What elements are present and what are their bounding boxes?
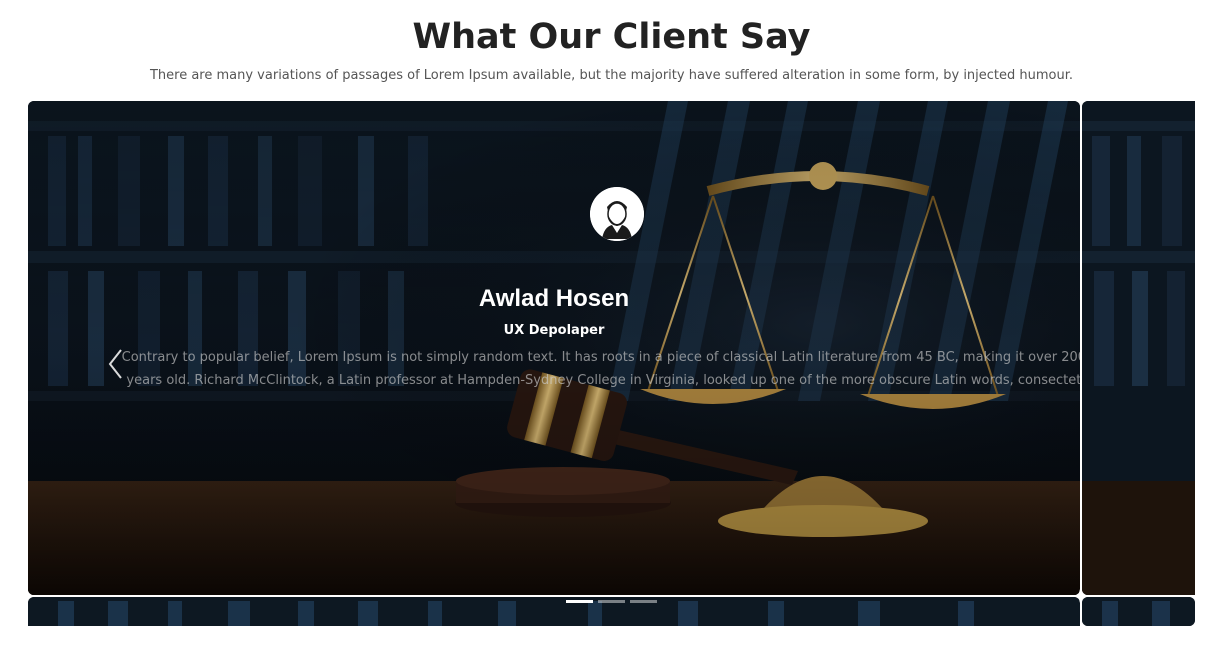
testimonial-slide-next-peek [1082, 101, 1195, 595]
testimonial-section: What Our Client Say There are many varia… [0, 0, 1223, 645]
carousel-prev-button[interactable] [106, 347, 126, 381]
client-name: Awlad Hosen [478, 285, 630, 312]
bearded-man-avatar-icon [590, 187, 644, 241]
carousel-indicator-2[interactable] [598, 600, 625, 603]
section-subtitle: There are many variations of passages of… [149, 68, 1074, 83]
client-quote: Contrary to popular belief, Lorem Ipsum … [121, 350, 1080, 388]
client-avatar [590, 187, 644, 241]
section-title: What Our Client Say [412, 17, 811, 57]
testimonial-slide-corner-peek [1082, 597, 1195, 626]
slide-peek-background [1082, 101, 1195, 595]
sparkle-icon [1073, 589, 1087, 603]
carousel-indicator-1[interactable] [566, 600, 593, 603]
client-role: UX Depolaper [503, 323, 605, 338]
testimonial-slide-active: Awlad Hosen UX Depolaper Contrary to pop… [28, 101, 1080, 595]
slide-peek-background [28, 597, 1080, 626]
chevron-left-icon [108, 349, 122, 379]
slide-peek-background [1082, 597, 1195, 626]
carousel-indicators [566, 600, 657, 604]
carousel-indicator-3[interactable] [630, 600, 657, 603]
testimonial-slide-below-peek [28, 597, 1080, 626]
